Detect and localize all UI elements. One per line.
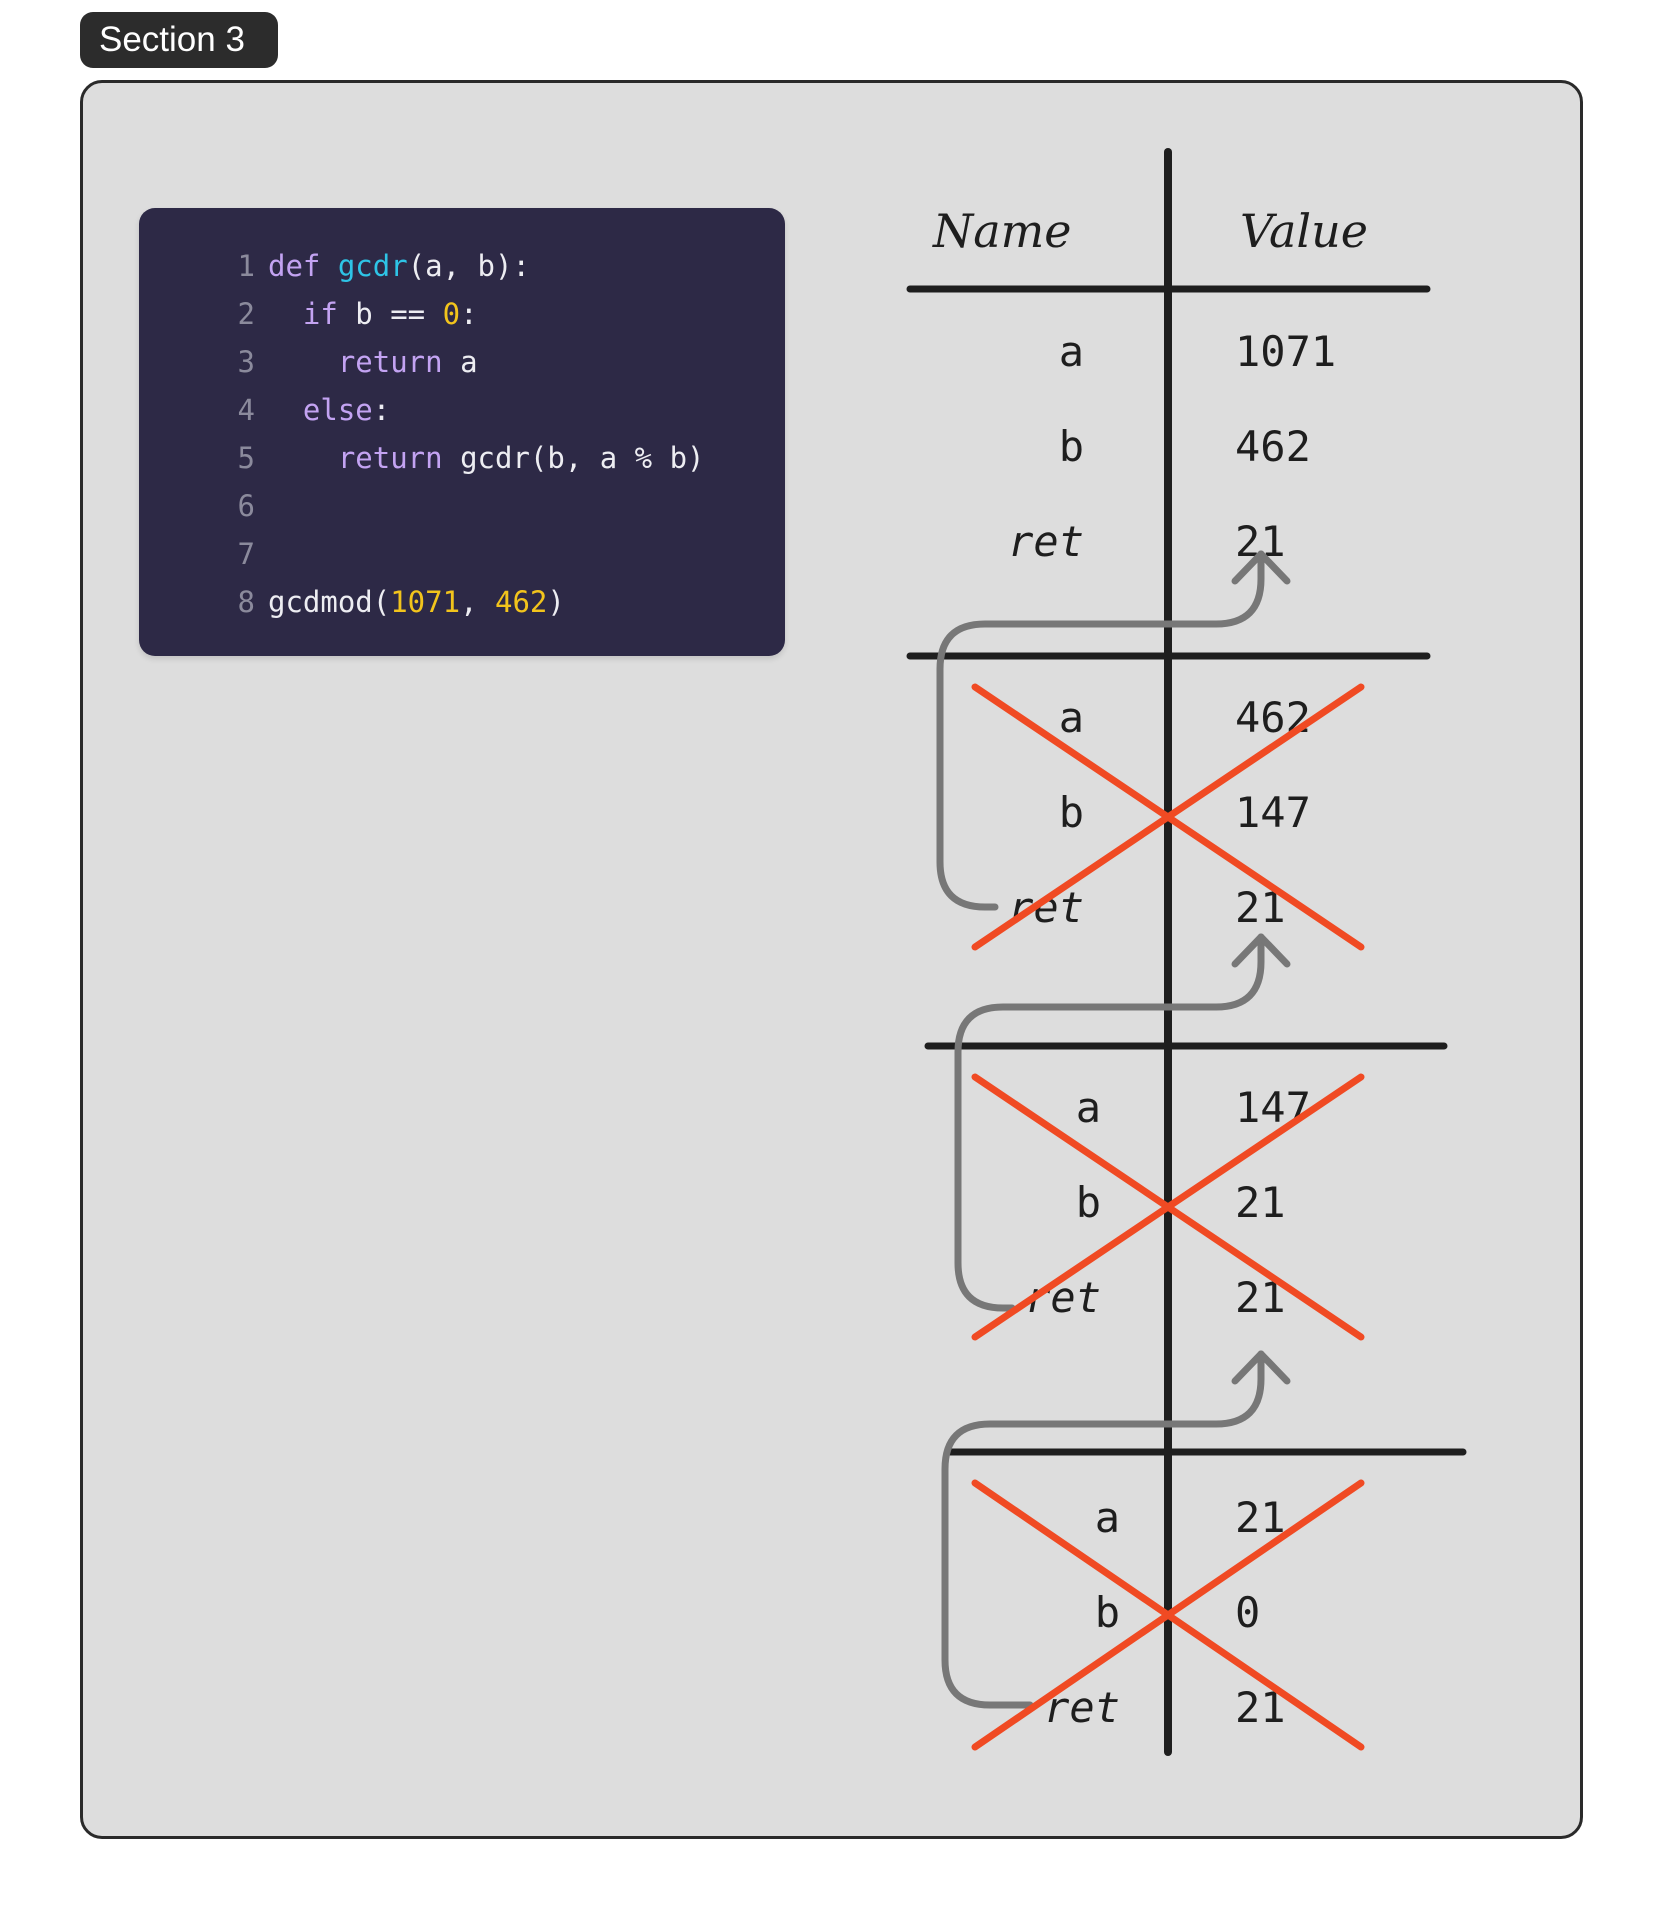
- variable-value: 21: [1235, 1178, 1286, 1227]
- variable-value: 462: [1235, 693, 1311, 742]
- variable-value: 147: [1235, 1083, 1311, 1132]
- variable-name: b: [1095, 1588, 1120, 1637]
- variable-name: b: [1059, 788, 1084, 837]
- variable-name: a: [1095, 1493, 1120, 1542]
- return-arrow-path: [936, 550, 1265, 911]
- variable-name: ret: [1008, 883, 1084, 932]
- return-arrow-path: [954, 933, 1265, 1312]
- variable-name: a: [1059, 327, 1084, 376]
- variable-value: 1071: [1235, 327, 1336, 376]
- variable-value: 147: [1235, 788, 1311, 837]
- header-value: Value: [1240, 204, 1368, 258]
- stack-frame: a 1071b 462ret 21: [1008, 327, 1336, 566]
- variable-value: 462: [1235, 422, 1311, 471]
- variable-name: a: [1076, 1083, 1101, 1132]
- header-name: Name: [932, 204, 1072, 258]
- variable-name: b: [1059, 422, 1084, 471]
- variable-value: 21: [1235, 1493, 1286, 1542]
- variable-name: b: [1076, 1178, 1101, 1227]
- stack-frame-diagram: Name Value a 1071 b 462 ret 21 a 462 b 147 ret 21 a 1…: [906, 148, 1467, 1756]
- variable-name: ret: [1008, 517, 1084, 566]
- variable-name: a: [1059, 693, 1084, 742]
- variable-value: 0: [1235, 1588, 1260, 1637]
